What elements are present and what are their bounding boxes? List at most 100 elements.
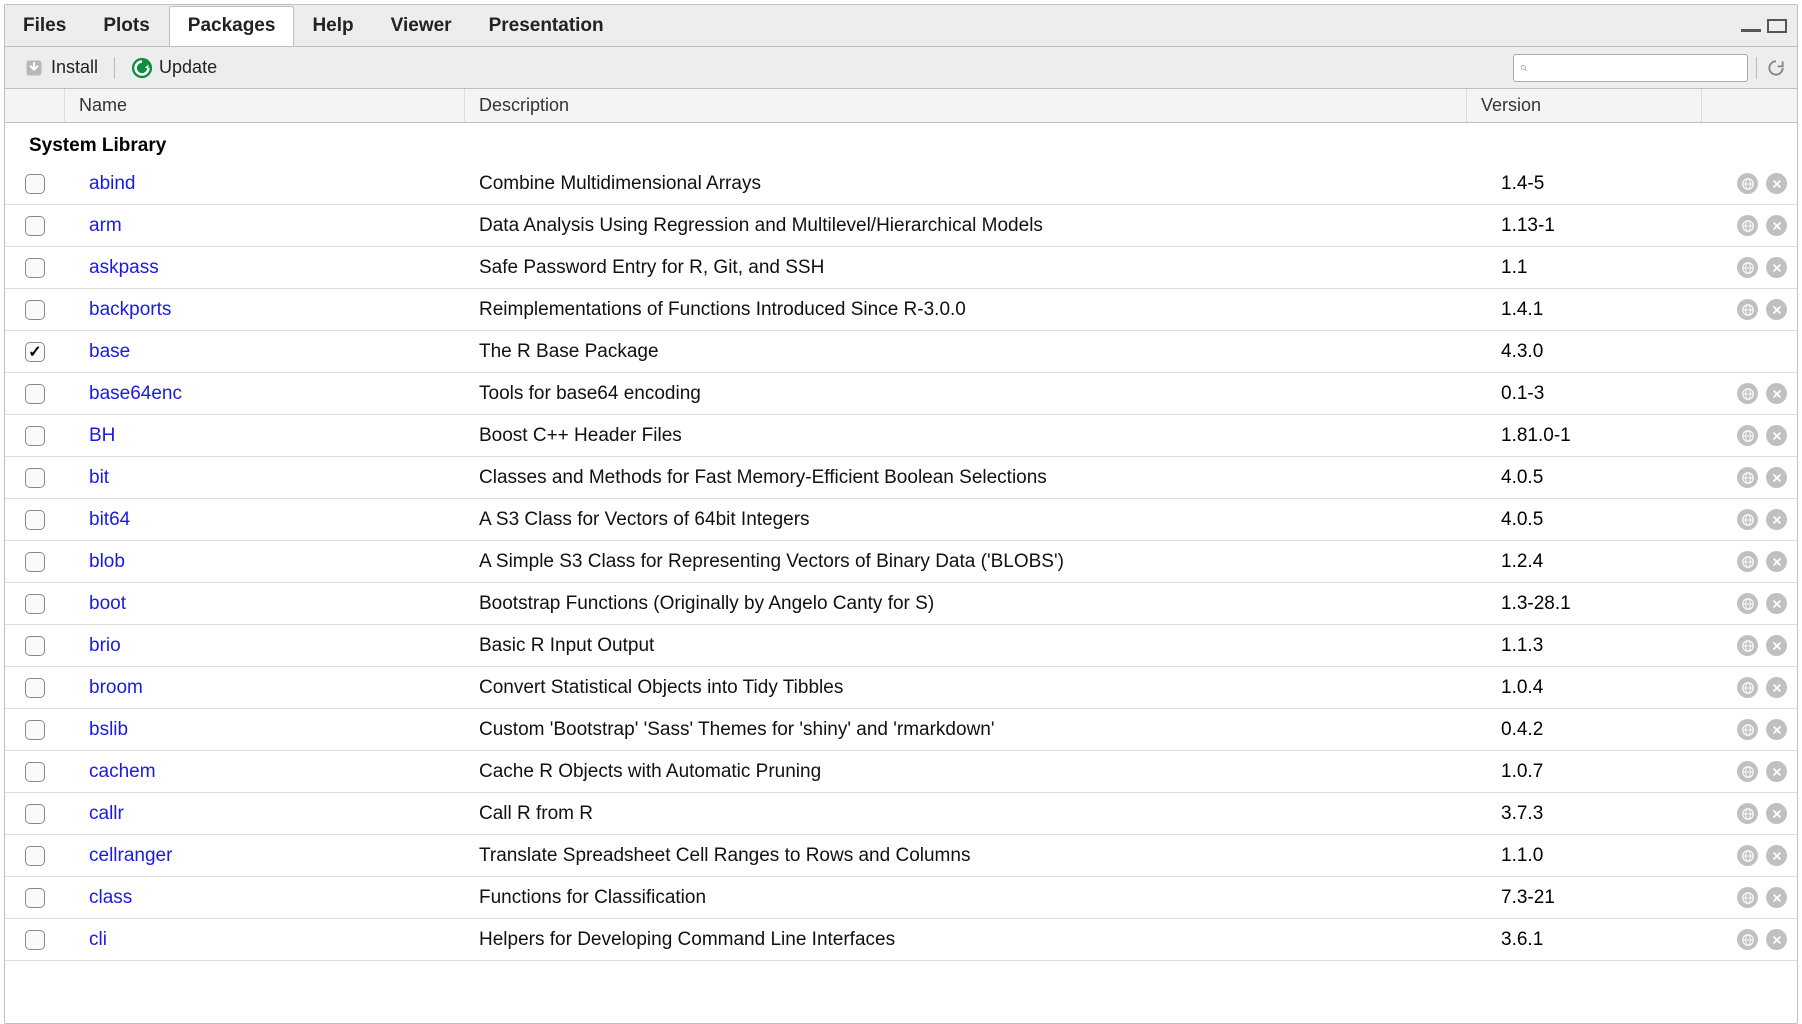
package-checkbox[interactable] xyxy=(25,300,45,320)
tab-presentation[interactable]: Presentation xyxy=(471,7,623,45)
globe-icon[interactable] xyxy=(1737,509,1758,530)
tab-viewer[interactable]: Viewer xyxy=(373,7,471,45)
close-icon[interactable] xyxy=(1766,593,1787,614)
close-icon[interactable] xyxy=(1766,551,1787,572)
globe-icon[interactable] xyxy=(1737,257,1758,278)
package-version: 1.81.0-1 xyxy=(1487,425,1722,447)
package-checkbox[interactable] xyxy=(25,342,45,362)
package-link[interactable]: BH xyxy=(89,425,115,446)
globe-icon[interactable] xyxy=(1737,677,1758,698)
search-box[interactable] xyxy=(1513,54,1748,82)
package-checkbox[interactable] xyxy=(25,426,45,446)
package-link[interactable]: boot xyxy=(89,593,126,614)
package-link[interactable]: bit64 xyxy=(89,509,130,530)
package-link[interactable]: callr xyxy=(89,803,124,824)
close-icon[interactable] xyxy=(1766,845,1787,866)
globe-icon[interactable] xyxy=(1737,383,1758,404)
package-checkbox[interactable] xyxy=(25,762,45,782)
globe-icon[interactable] xyxy=(1737,593,1758,614)
close-icon[interactable] xyxy=(1766,887,1787,908)
packages-table-body[interactable]: System Library abindCombine Multidimensi… xyxy=(5,123,1797,1023)
globe-icon[interactable] xyxy=(1737,467,1758,488)
package-description: Convert Statistical Objects into Tidy Ti… xyxy=(465,677,1487,699)
close-icon[interactable] xyxy=(1766,257,1787,278)
maximize-icon[interactable] xyxy=(1767,19,1787,33)
package-link[interactable]: brio xyxy=(89,635,121,656)
table-row: BH Boost C++ Header Files1.81.0-1 xyxy=(5,415,1797,457)
globe-icon[interactable] xyxy=(1737,425,1758,446)
globe-icon[interactable] xyxy=(1737,299,1758,320)
package-checkbox[interactable] xyxy=(25,720,45,740)
package-checkbox[interactable] xyxy=(25,174,45,194)
package-link[interactable]: backports xyxy=(89,299,171,320)
minimize-icon[interactable] xyxy=(1741,20,1761,32)
close-icon[interactable] xyxy=(1766,467,1787,488)
package-description: Cache R Objects with Automatic Pruning xyxy=(465,761,1487,783)
package-checkbox[interactable] xyxy=(25,552,45,572)
close-icon[interactable] xyxy=(1766,509,1787,530)
tab-help[interactable]: Help xyxy=(294,7,372,45)
header-checkbox-col xyxy=(5,89,65,122)
package-link[interactable]: bit xyxy=(89,467,109,488)
package-link[interactable]: abind xyxy=(89,173,136,194)
package-description: Boost C++ Header Files xyxy=(465,425,1487,447)
package-checkbox[interactable] xyxy=(25,216,45,236)
globe-icon[interactable] xyxy=(1737,173,1758,194)
globe-icon[interactable] xyxy=(1737,719,1758,740)
package-link[interactable]: class xyxy=(89,887,132,908)
package-link[interactable]: cachem xyxy=(89,761,156,782)
close-icon[interactable] xyxy=(1766,635,1787,656)
header-description[interactable]: Description xyxy=(465,89,1467,122)
header-name[interactable]: Name xyxy=(65,89,465,122)
update-button[interactable]: Update xyxy=(123,54,225,82)
tab-packages[interactable]: Packages xyxy=(169,6,295,46)
package-checkbox[interactable] xyxy=(25,888,45,908)
package-version: 1.2.4 xyxy=(1487,551,1722,573)
close-icon[interactable] xyxy=(1766,677,1787,698)
refresh-button[interactable] xyxy=(1765,57,1787,79)
globe-icon[interactable] xyxy=(1737,761,1758,782)
close-icon[interactable] xyxy=(1766,383,1787,404)
package-checkbox[interactable] xyxy=(25,594,45,614)
tab-plots[interactable]: Plots xyxy=(85,7,168,45)
globe-icon[interactable] xyxy=(1737,845,1758,866)
close-icon[interactable] xyxy=(1766,761,1787,782)
package-link[interactable]: bslib xyxy=(89,719,128,740)
tab-files[interactable]: Files xyxy=(5,7,85,45)
package-link[interactable]: broom xyxy=(89,677,143,698)
globe-icon[interactable] xyxy=(1737,803,1758,824)
package-checkbox[interactable] xyxy=(25,384,45,404)
close-icon[interactable] xyxy=(1766,215,1787,236)
package-link[interactable]: cellranger xyxy=(89,845,172,866)
close-icon[interactable] xyxy=(1766,929,1787,950)
package-checkbox[interactable] xyxy=(25,678,45,698)
package-link[interactable]: arm xyxy=(89,215,122,236)
package-checkbox[interactable] xyxy=(25,846,45,866)
globe-icon[interactable] xyxy=(1737,887,1758,908)
package-link[interactable]: base xyxy=(89,341,130,362)
globe-icon[interactable] xyxy=(1737,635,1758,656)
globe-icon[interactable] xyxy=(1737,929,1758,950)
package-description: Data Analysis Using Regression and Multi… xyxy=(465,215,1487,237)
package-checkbox[interactable] xyxy=(25,468,45,488)
package-link[interactable]: askpass xyxy=(89,257,159,278)
package-link[interactable]: base64enc xyxy=(89,383,182,404)
package-link[interactable]: blob xyxy=(89,551,125,572)
package-checkbox[interactable] xyxy=(25,258,45,278)
package-link[interactable]: cli xyxy=(89,929,107,950)
table-header: Name Description Version xyxy=(5,89,1797,123)
package-checkbox[interactable] xyxy=(25,930,45,950)
package-checkbox[interactable] xyxy=(25,636,45,656)
globe-icon[interactable] xyxy=(1737,215,1758,236)
install-button[interactable]: Install xyxy=(15,54,106,82)
close-icon[interactable] xyxy=(1766,173,1787,194)
header-version[interactable]: Version xyxy=(1467,89,1702,122)
close-icon[interactable] xyxy=(1766,803,1787,824)
close-icon[interactable] xyxy=(1766,425,1787,446)
package-checkbox[interactable] xyxy=(25,510,45,530)
search-input[interactable] xyxy=(1534,59,1741,77)
package-checkbox[interactable] xyxy=(25,804,45,824)
globe-icon[interactable] xyxy=(1737,551,1758,572)
close-icon[interactable] xyxy=(1766,299,1787,320)
close-icon[interactable] xyxy=(1766,719,1787,740)
